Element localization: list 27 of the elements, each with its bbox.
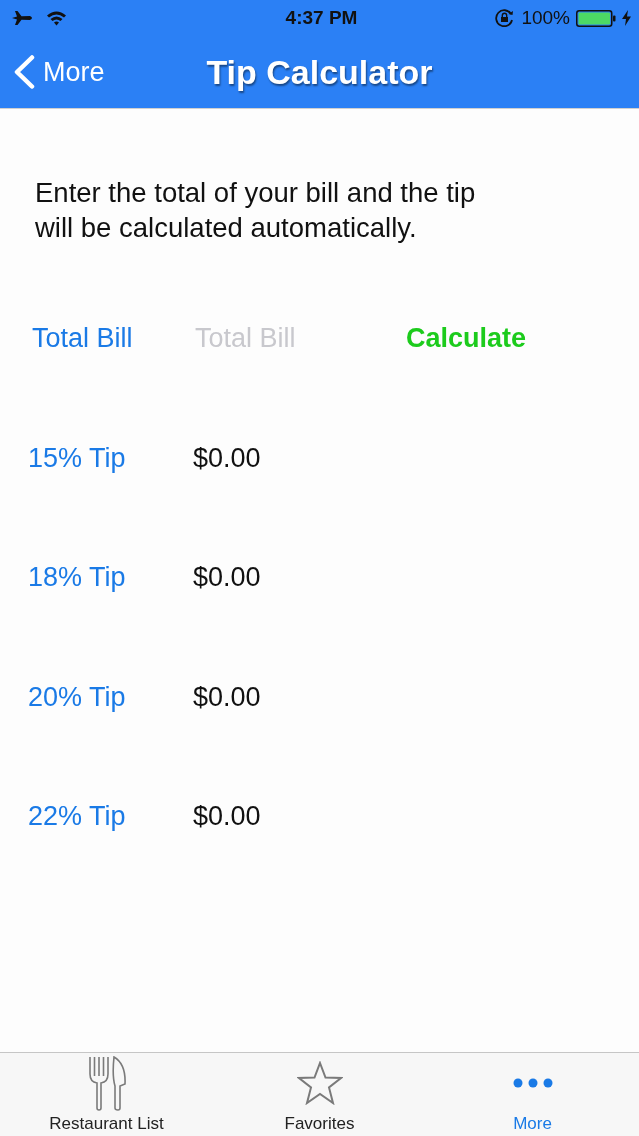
tab-item[interactable]: Restaurant List [0,1053,213,1136]
tip-percent-label: 15% Tip [28,442,127,474]
calculate-button[interactable]: Calculate [406,322,527,354]
rotation-lock-icon [495,9,516,27]
charging-bolt-icon [622,10,631,26]
wifi-icon [46,10,67,26]
battery-percentage: 100% [521,7,570,29]
tip-amount: $0.00 [193,801,261,832]
more-icon [512,1078,553,1088]
total-bill-label: Total Bill [32,322,134,354]
battery-icon [576,9,616,27]
status-time: 4:37 PM [285,7,358,29]
instructions-text: Enter the total of your bill and the tip will be calculated automatically. [35,176,477,245]
tip-percent-label: 22% Tip [28,801,127,832]
tip-amount: $0.00 [193,562,261,593]
tip-percent-label: 18% Tip [28,562,127,593]
tab-item[interactable]: More [426,1053,639,1136]
tip-amount: $0.00 [193,681,261,713]
airplane-icon [12,9,34,27]
star-icon [296,1061,343,1105]
chevron-left-icon [13,55,35,89]
tip-amount: $0.00 [193,442,261,474]
nav-title: Tip Calculator [206,52,433,91]
tab-item[interactable]: Favorites [213,1053,426,1136]
tip-percent-label: 20% Tip [28,681,127,713]
fork-and-knife-icon [86,1055,127,1111]
back-button[interactable]: More [13,55,105,89]
